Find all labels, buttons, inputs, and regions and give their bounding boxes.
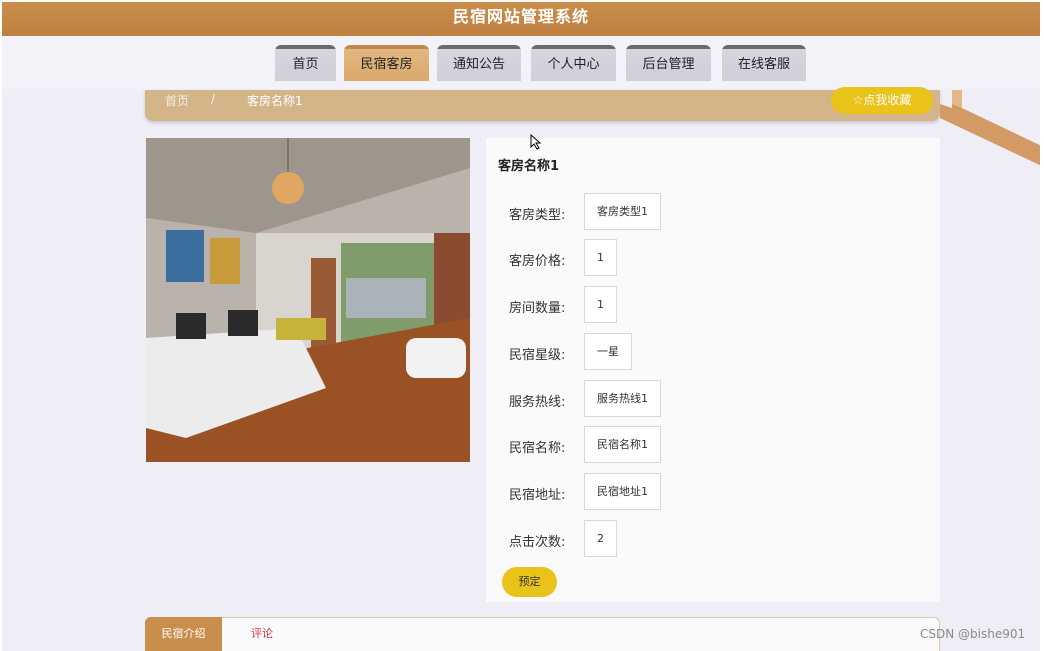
label-service-hotline: 服务热线: [509, 395, 566, 410]
tab-comments[interactable]: 评论 [242, 617, 282, 651]
value-room-type: 客房类型1 [584, 193, 661, 230]
room-photo [146, 138, 470, 462]
label-room-count: 房间数量: [509, 301, 566, 316]
label-room-type: 客房类型: [509, 208, 566, 223]
label-homestay-name: 民宿名称: [509, 441, 566, 456]
corner-decoration [940, 90, 1040, 170]
nav-item-admin[interactable]: 后台管理 [626, 45, 711, 81]
value-room-price: 1 [584, 239, 617, 276]
value-service-hotline: 服务热线1 [584, 380, 661, 417]
value-room-count: 1 [584, 286, 617, 323]
book-button[interactable]: 预定 [502, 567, 557, 597]
favorite-button[interactable]: ☆点我收藏 [831, 87, 933, 114]
breadcrumb-separator: / [211, 92, 216, 106]
breadcrumb-home-link[interactable]: 首页 [165, 92, 189, 109]
value-homestay-address: 民宿地址1 [584, 473, 661, 510]
main-nav: 首页 民宿客房 通知公告 个人中心 后台管理 在线客服 [2, 36, 1040, 89]
tab-homestay-intro[interactable]: 民宿介绍 [145, 617, 222, 651]
label-star-rating: 民宿星级: [509, 348, 566, 363]
nav-item-rooms[interactable]: 民宿客房 [344, 45, 429, 81]
room-detail-panel: 客房名称1 客房类型: 客房类型1 客房价格: 1 房间数量: 1 民宿星级: … [486, 138, 940, 602]
value-click-count: 2 [584, 520, 617, 557]
page-frame: 民宿网站管理系统 首页 民宿客房 通知公告 个人中心 后台管理 在线客服 首页 … [2, 2, 1040, 651]
site-title: 民宿网站管理系统 [452, 7, 589, 26]
room-name-heading: 客房名称1 [498, 159, 560, 174]
nav-item-profile[interactable]: 个人中心 [531, 45, 616, 81]
breadcrumb: 首页 / 客房名称1 ☆点我收藏 [145, 87, 940, 121]
site-title-bar: 民宿网站管理系统 [2, 2, 1040, 36]
info-tabs: 民宿介绍 评论 [145, 617, 940, 651]
mouse-pointer-icon [530, 133, 542, 154]
label-room-price: 客房价格: [509, 254, 566, 269]
value-homestay-name: 民宿名称1 [584, 426, 661, 463]
nav-item-home[interactable]: 首页 [275, 45, 336, 81]
watermark-text: CSDN @bishe901 [920, 627, 1026, 641]
nav-item-support[interactable]: 在线客服 [722, 45, 806, 81]
value-star-rating: 一星 [584, 333, 632, 370]
nav-item-notices[interactable]: 通知公告 [437, 45, 521, 81]
breadcrumb-current: 客房名称1 [247, 94, 303, 108]
label-click-count: 点击次数: [509, 535, 566, 550]
label-homestay-address: 民宿地址: [509, 488, 566, 503]
